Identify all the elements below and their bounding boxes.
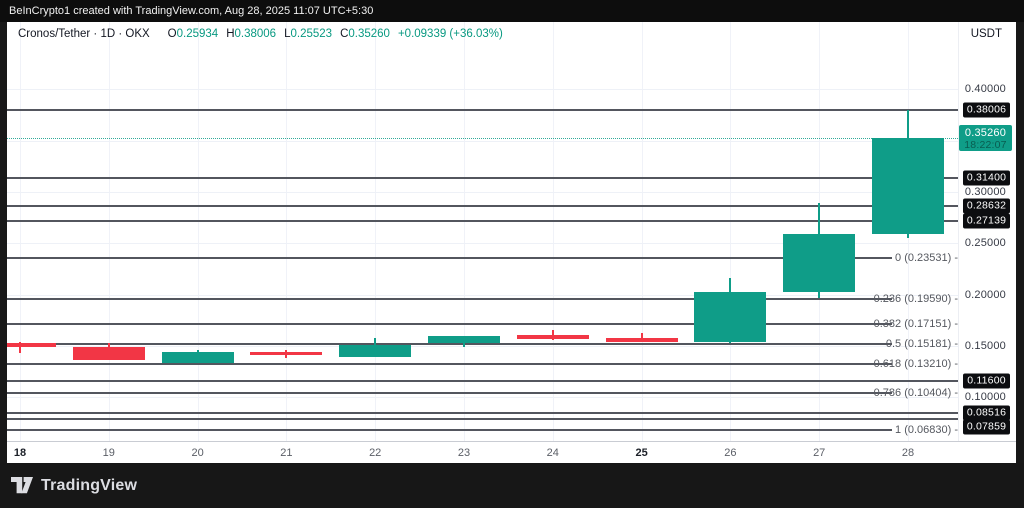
ohlc-value: 0.25523	[290, 28, 333, 40]
vertical-gridline	[464, 22, 465, 441]
last-price-line	[7, 137, 958, 139]
price-tick-label: 0.30000	[964, 185, 1006, 198]
last-price-value: 0.35260	[964, 126, 1007, 139]
horizontal-gridline	[7, 140, 958, 142]
ohlc-value: 0.35260	[348, 28, 390, 40]
fib-level-label: 0.618 (0.13210) -	[873, 358, 958, 371]
fib-level-label: 0.236 (0.19590) -	[873, 292, 958, 305]
price-tick-label: 0.25000	[964, 237, 1006, 250]
brand-name[interactable]: TradingView	[41, 477, 137, 495]
horizontal-price-line[interactable]	[7, 108, 958, 111]
price-line-badge: 0.08516	[963, 405, 1010, 421]
fib-level-line[interactable]	[7, 392, 892, 395]
ohlc-value: 0.38006	[234, 28, 277, 40]
horizontal-price-line[interactable]	[7, 411, 958, 414]
vertical-gridline	[108, 22, 110, 441]
candle-up[interactable]	[428, 336, 500, 344]
fib-level-label: 0.382 (0.17151) -	[873, 317, 958, 330]
time-tick-label: 18	[13, 446, 27, 459]
last-price-badge: 0.35260 18:22:07	[959, 124, 1012, 151]
candle-up[interactable]	[872, 137, 944, 234]
fib-level-line[interactable]	[7, 363, 892, 366]
ohlc-key: H	[226, 28, 235, 40]
horizontal-price-line[interactable]	[7, 176, 958, 179]
vertical-gridline	[20, 22, 21, 441]
horizontal-gridline	[7, 294, 958, 296]
bar-countdown: 18:22:07	[964, 138, 1007, 151]
time-tick-label: 21	[280, 446, 293, 459]
price-line-badge: 0.27139	[963, 213, 1010, 229]
time-tick-label: 25	[635, 446, 648, 459]
price-line-badge: 0.28632	[963, 198, 1010, 214]
attribution-text: BeInCrypto1 created with TradingView.com…	[9, 5, 374, 17]
fib-level-label: 1 (0.06830) -	[895, 423, 958, 436]
chart-legend[interactable]: Cronos/Tether · 1D · OKX O0.25934 H0.38006…	[18, 26, 503, 42]
candle-down[interactable]	[250, 352, 323, 356]
chart-plot-area[interactable]: 0 (0.23531) - 0.236 (0.19590) - 0.382 (0.1…	[7, 22, 958, 441]
change-value: +0.09339 (+36.03%)	[397, 28, 503, 40]
ohlc-key: O	[167, 28, 177, 40]
vertical-gridline	[197, 22, 199, 441]
time-tick-label: 19	[102, 446, 115, 459]
candle-down[interactable]	[516, 334, 589, 339]
ohlc-values: O0.25934 H0.38006 L0.25523 C0.35260	[160, 28, 390, 40]
price-tick-label: 0.20000	[964, 288, 1006, 301]
time-tick-label: 20	[191, 446, 204, 459]
price-tick-label: 0.10000	[964, 391, 1006, 404]
candle-up[interactable]	[694, 292, 767, 342]
price-line-badge: 0.11600	[963, 373, 1010, 389]
fib-level-line[interactable]	[7, 343, 892, 346]
attribution-bar: BeInCrypto1 created with TradingView.com…	[0, 0, 1024, 22]
horizontal-gridline	[7, 345, 958, 347]
vertical-gridline	[730, 22, 732, 441]
horizontal-gridline	[7, 397, 958, 399]
time-tick-label: 24	[546, 446, 559, 459]
candle-up[interactable]	[161, 351, 234, 363]
candle-down[interactable]	[72, 347, 145, 360]
tradingview-logo-icon[interactable]	[11, 477, 33, 494]
time-tick-label: 23	[457, 446, 471, 459]
horizontal-gridline	[7, 89, 958, 91]
chart-panel: 0 (0.23531) - 0.236 (0.19590) - 0.382 (0.1…	[7, 22, 1016, 463]
fib-level-label: 0.5 (0.15181) -	[885, 338, 958, 351]
candle-up[interactable]	[339, 344, 412, 357]
horizontal-price-line[interactable]	[7, 379, 958, 382]
vertical-gridline	[375, 22, 377, 441]
price-tick-label: 0.15000	[964, 339, 1006, 352]
brand-bar: TradingView	[0, 463, 1024, 508]
horizontal-price-line[interactable]	[7, 205, 958, 207]
vertical-gridline	[552, 22, 554, 441]
time-tick-label: 28	[901, 446, 915, 459]
time-tick-label: 27	[813, 446, 826, 459]
fib-level-line[interactable]	[7, 257, 892, 260]
fib-level-line[interactable]	[7, 428, 892, 431]
price-line-badge: 0.38006	[963, 102, 1010, 118]
price-line-badge: 0.07859	[963, 419, 1010, 435]
horizontal-price-line[interactable]	[7, 220, 958, 223]
price-tick-label: 0.40000	[964, 83, 1006, 96]
price-line-badge: 0.31400	[963, 170, 1010, 186]
time-tick-label: 26	[724, 446, 737, 459]
candle-down[interactable]	[605, 338, 678, 342]
symbol-title[interactable]: Cronos/Tether · 1D · OKX	[18, 28, 150, 40]
quote-currency-label: USDT	[970, 28, 1002, 40]
horizontal-price-line[interactable]	[7, 418, 958, 421]
vertical-gridline	[641, 22, 643, 441]
time-tick-label: 22	[369, 446, 382, 459]
fib-level-label: 0 (0.23531) -	[895, 252, 958, 265]
candle-up[interactable]	[783, 233, 856, 293]
horizontal-gridline	[7, 191, 958, 193]
price-axis[interactable]: 0.40000 0.30000 0.25000 0.20000 0.15000 0.100…	[958, 22, 1016, 441]
time-axis[interactable]: 18 19 20 21 22 23 24 25 26 27 28	[7, 441, 1016, 463]
fib-level-label: 0.786 (0.10404) -	[873, 387, 958, 400]
ohlc-value: 0.25934	[176, 28, 219, 40]
candle-down[interactable]	[7, 342, 56, 347]
vertical-gridline	[286, 22, 288, 441]
